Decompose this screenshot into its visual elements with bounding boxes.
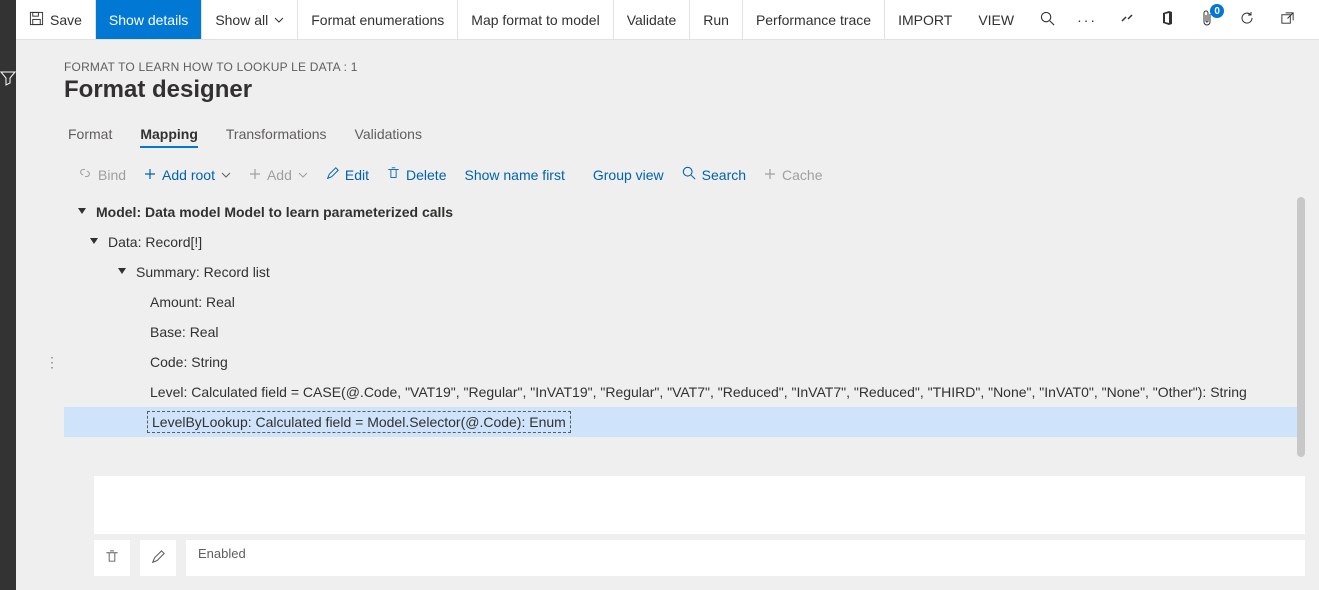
delete-detail-button[interactable] <box>94 540 130 576</box>
cache-button[interactable]: Cache <box>764 167 822 183</box>
group-view-button[interactable]: Group view <box>593 167 664 183</box>
pencil-icon <box>326 167 339 183</box>
search-field-button[interactable]: Search <box>682 166 746 183</box>
data-model-tree: Model: Data model Model to learn paramet… <box>64 197 1297 437</box>
tab-mapping[interactable]: Mapping <box>140 120 198 148</box>
breadcrumb: FORMAT TO LEARN HOW TO LOOKUP LE DATA : … <box>64 60 1319 74</box>
mapping-toolbar: Bind Add root Add <box>64 162 1319 197</box>
close-button[interactable] <box>1307 0 1319 39</box>
popout-icon <box>1280 11 1295 29</box>
plus-icon <box>764 167 776 183</box>
run-button[interactable]: Run <box>690 0 743 39</box>
pencil-icon <box>151 550 165 567</box>
tab-format[interactable]: Format <box>68 120 112 148</box>
tree-node-model[interactable]: Model: Data model Model to learn paramet… <box>64 197 1297 227</box>
popout-button[interactable] <box>1267 0 1307 39</box>
refresh-icon <box>1239 10 1255 29</box>
validate-button[interactable]: Validate <box>614 0 691 39</box>
attachment-badge: 0 <box>1210 4 1224 18</box>
tab-validations[interactable]: Validations <box>355 120 422 148</box>
tree-node-level[interactable]: Level: Calculated field = CASE(@.Code, "… <box>64 377 1297 407</box>
show-details-button[interactable]: Show details <box>96 0 202 39</box>
plus-icon <box>144 167 156 183</box>
bind-icon <box>78 166 92 183</box>
search-icon <box>682 166 696 183</box>
tree-node-levelbylookup[interactable]: LevelByLookup: Calculated field = Model.… <box>64 407 1297 437</box>
tree-node-code[interactable]: ⋮ Code: String <box>64 347 1297 377</box>
attachments-button[interactable]: 0 <box>1187 0 1227 39</box>
save-icon <box>29 11 44 29</box>
trash-icon <box>387 166 400 183</box>
tabs: Format Mapping Transformations Validatio… <box>64 120 1319 148</box>
trash-icon <box>105 549 119 567</box>
search-icon <box>1040 11 1055 29</box>
format-enumerations-button[interactable]: Format enumerations <box>298 0 458 39</box>
page-title: Format designer <box>64 76 1319 104</box>
tab-transformations[interactable]: Transformations <box>226 120 327 148</box>
plus-icon <box>249 167 261 183</box>
view-button[interactable]: VIEW <box>965 0 1027 39</box>
caret-down-icon[interactable] <box>116 266 128 278</box>
more-button[interactable]: ··· <box>1067 0 1107 39</box>
save-button[interactable]: Save <box>16 0 96 39</box>
command-bar: Save Show details Show all Format enumer… <box>16 0 1319 40</box>
show-all-dropdown[interactable]: Show all <box>202 0 298 39</box>
edit-button[interactable]: Edit <box>326 167 369 183</box>
connector-button[interactable] <box>1107 0 1147 39</box>
search-button[interactable] <box>1027 0 1067 39</box>
office-button[interactable] <box>1147 0 1187 39</box>
details-panel: Enabled <box>94 476 1305 576</box>
chevron-down-icon <box>298 167 308 183</box>
tree-node-summary[interactable]: Summary: Record list <box>64 257 1297 287</box>
vertical-scrollbar[interactable] <box>1297 197 1305 457</box>
add-root-button[interactable]: Add root <box>144 167 231 183</box>
map-format-to-model-button[interactable]: Map format to model <box>458 0 613 39</box>
more-icon: ··· <box>1077 12 1097 28</box>
tree-node-amount[interactable]: Amount: Real <box>64 287 1297 317</box>
filter-icon[interactable] <box>0 70 16 89</box>
delete-button[interactable]: Delete <box>387 166 446 183</box>
tree-node-data[interactable]: Data: Record[!] <box>64 227 1297 257</box>
chevron-down-icon <box>274 12 284 28</box>
row-handle-icon[interactable]: ⋮ <box>45 347 57 377</box>
office-icon <box>1160 10 1175 29</box>
chevron-down-icon <box>221 167 231 183</box>
link-icon <box>1119 10 1135 29</box>
bind-button[interactable]: Bind <box>78 166 126 183</box>
caret-down-icon[interactable] <box>76 206 88 218</box>
tree-node-base[interactable]: Base: Real <box>64 317 1297 347</box>
add-button[interactable]: Add <box>249 167 308 183</box>
enabled-label: Enabled <box>198 546 246 561</box>
refresh-button[interactable] <box>1227 0 1267 39</box>
edit-detail-button[interactable] <box>140 540 176 576</box>
show-name-first-button[interactable]: Show name first <box>464 167 564 183</box>
import-button[interactable]: IMPORT <box>885 0 965 39</box>
performance-trace-button[interactable]: Performance trace <box>743 0 885 39</box>
caret-down-icon[interactable] <box>88 236 100 248</box>
